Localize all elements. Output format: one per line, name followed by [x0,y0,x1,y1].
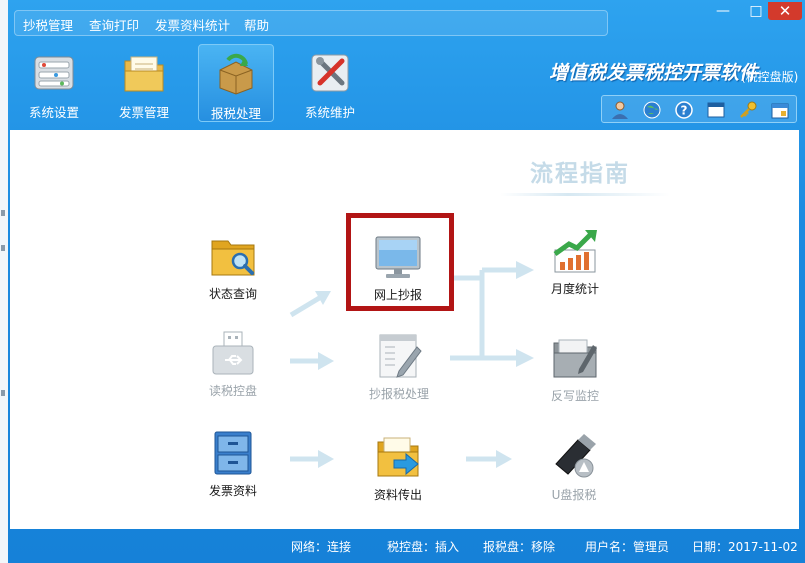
status-report-disk: 报税盘：移除 [483,540,556,554]
maximize-button[interactable]: □ [745,2,767,20]
maintenance-tools-icon [308,51,352,95]
filing-cabinet-icon [209,430,257,476]
menu-item-help[interactable]: 帮助 [244,15,269,34]
growth-chart-icon [551,228,599,274]
flow-guide-underline [500,193,670,196]
flow-report-processing[interactable]: 抄报税处理 [362,333,436,402]
help-icon[interactable]: ? [674,100,694,120]
arrow-up-right-icon [289,291,331,318]
app-title: 增值税发票税控开票软件 [549,62,759,84]
window-left-edge [0,0,8,563]
toolbar-label: 发票管理 [118,105,169,120]
flow-usb-report[interactable]: U盘报税 [538,434,610,503]
minimize-button[interactable]: — [712,2,734,20]
document-edit-icon [375,333,423,379]
flow-label: 状态查询 [208,287,257,301]
usb-drive-icon [550,434,598,480]
arrow-right-icon [466,450,512,468]
flow-label: 抄报税处理 [368,387,429,401]
invoice-folder-icon [122,51,166,95]
folder-edit-icon [551,335,599,381]
toolbar-label: 系统设置 [28,105,79,120]
flow-guide-title: 流程指南 [530,161,630,187]
tax-report-box-icon [214,52,258,96]
flow-label: U盘报税 [551,488,597,502]
app-edition: (税控盘版) [741,70,799,84]
folder-search-icon [209,233,257,279]
toolbar-invoice-management[interactable]: 发票管理 [106,44,182,122]
flow-label: 读税控盘 [208,384,257,398]
flow-status-query[interactable]: 状态查询 [198,233,268,302]
menu-item-query-print[interactable]: 查询打印 [89,15,139,34]
user-icon[interactable] [610,100,630,120]
status-network: 网络：连接 [291,540,352,554]
flow-label: 反写监控 [550,389,599,403]
menu-bar: 抄税管理 查询打印 发票资料统计 帮助 [14,10,608,36]
quick-tools-bar: ? [601,95,797,123]
flow-label: 发票资料 [208,484,257,498]
window-icon[interactable] [706,100,726,120]
globe-icon[interactable] [642,100,662,120]
status-date: 日期：2017-11-02 [692,540,798,554]
status-user: 用户名：管理员 [585,540,670,554]
flow-write-back-monitor[interactable]: 反写监控 [540,335,610,404]
close-button[interactable]: ✕ [768,2,802,20]
arrow-right-icon [290,352,334,370]
svg-text:?: ? [681,104,688,118]
toolbar-label: 报税处理 [210,106,261,121]
flow-monthly-stats[interactable]: 月度统计 [540,228,610,297]
branch-arrows-icon [450,261,534,367]
flow-label: 资料传出 [373,488,422,502]
flow-read-tax-disk[interactable]: 读税控盘 [198,330,268,399]
toolbar-label: 系统维护 [304,105,355,120]
flow-invoice-data[interactable]: 发票资料 [198,430,268,499]
toolbar-system-settings[interactable]: 系统设置 [16,44,92,122]
toolbar-tax-report-processing[interactable]: 报税处理 [198,44,274,122]
menu-item-invoice-stats[interactable]: 发票资料统计 [155,15,230,34]
flow-label: 网上抄报 [373,288,422,302]
folder-export-icon [374,434,422,480]
flow-data-export[interactable]: 资料传出 [362,434,434,503]
status-tax-disk: 税控盘：插入 [387,540,460,554]
usb-device-icon [209,330,257,376]
settings-panel-icon [32,51,76,95]
monitor-icon [374,234,422,280]
flow-online-report[interactable]: 网上抄报 [360,234,436,303]
status-bar: 网络：连接 税控盘：插入 报税盘：移除 用户名：管理员 日期：2017-11-0… [0,530,805,563]
arrow-right-icon [290,450,334,468]
calendar-icon[interactable] [770,100,790,120]
menu-item-tax-copy[interactable]: 抄税管理 [23,15,73,34]
key-icon[interactable] [738,100,758,120]
flow-label: 月度统计 [550,282,599,296]
toolbar-system-maintenance[interactable]: 系统维护 [292,44,368,122]
main-window: 抄税管理 查询打印 发票资料统计 帮助 — □ ✕ 系统设置 发票管理 报税处理… [0,0,805,563]
